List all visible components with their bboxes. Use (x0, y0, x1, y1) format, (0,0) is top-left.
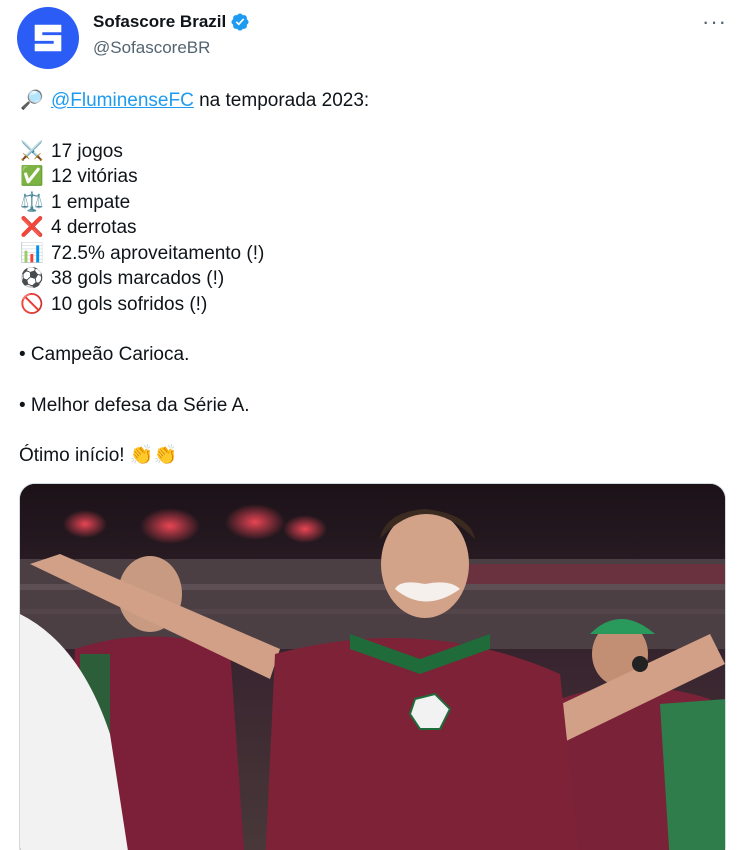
stat-text: 17 jogos (51, 140, 123, 162)
handle[interactable]: @SofascoreBR (93, 38, 250, 58)
author-info: Sofascore Brazil @SofascoreBR (93, 12, 250, 58)
intro-suffix: na temporada 2023: (193, 90, 370, 111)
crossed-swords-icon: ⚔️ (20, 140, 44, 162)
tweet: Sofascore Brazil @SofascoreBR ··· 🔎 @Flu… (0, 0, 755, 850)
check-mark-icon: ✅ (20, 166, 44, 187)
stat-line: 🚫 10 gols sofridos (!) (19, 292, 729, 318)
stat-text: 38 gols marcados (!) (51, 268, 225, 289)
photo-illustration (20, 484, 725, 850)
stat-line: ⚔️ 17 jogos (19, 139, 729, 165)
stat-line: ⚖️ 1 empate (19, 190, 729, 216)
stat-line: ❌ 4 derrotas (19, 215, 729, 241)
tweet-photo[interactable] (19, 483, 726, 850)
name-row: Sofascore Brazil (93, 12, 250, 32)
stat-text: 12 vitórias (51, 166, 138, 187)
mention-link[interactable]: @FluminenseFC (51, 88, 194, 114)
stat-text: 4 derrotas (51, 217, 137, 238)
cross-mark-icon: ❌ (20, 217, 44, 238)
stat-text: 10 gols sofridos (!) (51, 293, 208, 315)
avatar[interactable] (17, 7, 79, 69)
sofascore-logo-icon (34, 24, 62, 52)
closing-line: Ótimo início! 👏👏 (19, 443, 729, 469)
intro-line: 🔎 @FluminenseFC na temporada 2023: (19, 88, 729, 114)
magnifying-glass-icon: 🔎 (20, 90, 44, 111)
stat-line: 📊 72.5% aproveitamento (!) (19, 241, 729, 267)
soccer-ball-icon: ⚽ (20, 268, 44, 289)
prohibited-icon: 🚫 (20, 293, 44, 315)
stat-text: 1 empate (51, 191, 131, 213)
verified-badge-icon (231, 13, 249, 31)
balance-scale-icon: ⚖️ (20, 191, 44, 213)
tweet-text: 🔎 @FluminenseFC na temporada 2023: ⚔️ 17… (19, 88, 729, 469)
stat-text: 72.5% aproveitamento (!) (51, 242, 265, 264)
display-name[interactable]: Sofascore Brazil (93, 12, 226, 32)
bar-chart-icon: 📊 (20, 242, 44, 264)
stat-line: ✅ 12 vitórias (19, 164, 729, 190)
bullet-line: • Melhor defesa da Série A. (19, 394, 250, 416)
bullet-line: • Campeão Carioca. (19, 344, 190, 365)
stat-line: ⚽ 38 gols marcados (!) (19, 266, 729, 292)
clapping-hands-icon: 👏👏 (129, 445, 178, 466)
closing-text: Ótimo início! (19, 445, 130, 466)
more-horizontal-icon[interactable]: ··· (702, 11, 727, 33)
